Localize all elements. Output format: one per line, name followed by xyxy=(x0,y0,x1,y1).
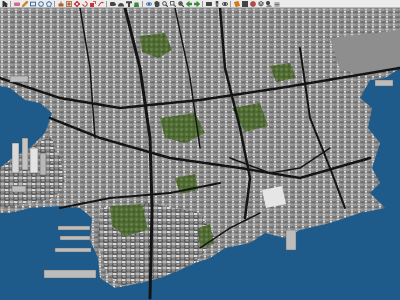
zoom-extents-icon xyxy=(177,0,184,7)
protractor-button[interactable] xyxy=(117,0,124,7)
rotate-icon xyxy=(81,0,88,7)
look-around-button[interactable] xyxy=(221,0,228,7)
scale-icon xyxy=(89,0,96,7)
shadows-icon xyxy=(265,0,272,7)
zoom-window-icon xyxy=(169,0,176,7)
scale-button[interactable] xyxy=(89,0,96,7)
toolbar-separator xyxy=(106,0,107,7)
toolbar-separator xyxy=(54,0,55,7)
fog-icon xyxy=(274,2,279,6)
orbit-icon xyxy=(145,1,152,6)
city-model-render[interactable] xyxy=(0,8,400,300)
sketch-app-window xyxy=(0,0,400,300)
paint-bucket-icon xyxy=(133,2,139,7)
paint-bucket-button[interactable] xyxy=(133,0,140,7)
circle-icon xyxy=(37,0,44,7)
zoom-icon xyxy=(161,0,168,7)
next-view-button[interactable] xyxy=(193,0,200,7)
pencil-button[interactable] xyxy=(21,0,28,7)
rectangle-button[interactable] xyxy=(29,0,36,7)
rotate-button[interactable] xyxy=(81,0,88,7)
polygon-icon xyxy=(45,0,52,7)
previous-view-icon xyxy=(185,0,192,7)
position-camera-button[interactable] xyxy=(205,0,212,7)
tape-measure-button[interactable] xyxy=(109,0,116,7)
fog-button[interactable] xyxy=(273,0,280,7)
protractor-icon xyxy=(117,2,124,6)
stadium-block xyxy=(262,186,286,208)
tape-measure-icon xyxy=(109,1,116,6)
eraser-icon xyxy=(13,2,20,6)
pencil-icon xyxy=(21,0,28,7)
toolbar-separator xyxy=(10,0,11,7)
section-plane-icon xyxy=(233,0,240,7)
materials-icon xyxy=(249,0,256,7)
toolbar-separator xyxy=(202,0,203,7)
offset-icon xyxy=(65,0,72,7)
look-around-icon xyxy=(221,1,228,6)
zoom-button[interactable] xyxy=(161,0,168,7)
pan-hand-icon xyxy=(154,0,159,7)
circle-button[interactable] xyxy=(37,0,44,7)
walk-icon xyxy=(215,0,218,7)
zoom-extents-button[interactable] xyxy=(177,0,184,7)
walk-button[interactable] xyxy=(213,0,220,7)
main-toolbar xyxy=(0,0,400,8)
follow-me-button[interactable] xyxy=(97,0,104,7)
section-plane-button[interactable] xyxy=(233,0,240,7)
shadows-button[interactable] xyxy=(265,0,272,7)
eraser-button[interactable] xyxy=(13,0,20,7)
rectangle-icon xyxy=(29,1,36,6)
previous-view-button[interactable] xyxy=(185,0,192,7)
follow-me-icon xyxy=(97,1,104,6)
3d-viewport[interactable] xyxy=(0,8,400,300)
materials-button[interactable] xyxy=(249,0,256,7)
orbit-button[interactable] xyxy=(145,0,152,7)
zoom-window-button[interactable] xyxy=(169,0,176,7)
components-icon xyxy=(241,0,248,7)
select-arrow-button[interactable] xyxy=(1,0,8,7)
move-button[interactable] xyxy=(73,0,80,7)
next-view-icon xyxy=(193,0,200,7)
move-icon xyxy=(73,0,80,7)
toolbar-separator xyxy=(142,0,143,7)
push-pull-icon xyxy=(58,1,63,6)
text-button[interactable] xyxy=(125,0,132,7)
push-pull-button[interactable] xyxy=(57,0,64,7)
text-icon xyxy=(125,0,132,7)
layers-icon xyxy=(257,0,264,6)
toolbar-separator xyxy=(230,0,231,7)
position-camera-icon xyxy=(205,1,212,6)
components-button[interactable] xyxy=(241,0,248,7)
pan-hand-button[interactable] xyxy=(153,0,160,7)
polygon-button[interactable] xyxy=(45,0,52,7)
select-arrow-icon xyxy=(2,0,8,7)
layers-button[interactable] xyxy=(257,0,264,7)
offset-button[interactable] xyxy=(65,0,72,7)
